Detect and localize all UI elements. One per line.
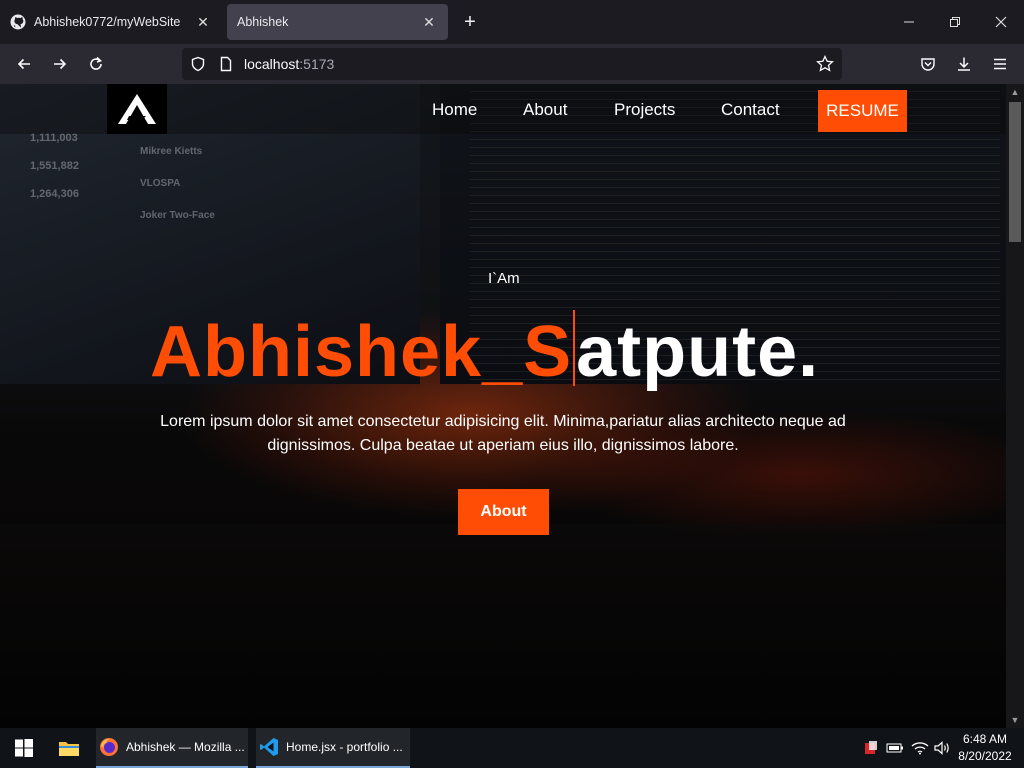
tray-app-icon[interactable] <box>862 728 880 768</box>
hero-intro: I`Am <box>488 270 520 287</box>
taskbar-clock[interactable]: 6:48 AM 8/20/2022 <box>950 731 1020 765</box>
github-icon <box>10 14 26 30</box>
new-tab-button[interactable]: + <box>458 10 482 34</box>
taskbar-file-explorer[interactable] <box>56 728 86 768</box>
forward-icon[interactable] <box>46 50 74 78</box>
menu-icon[interactable] <box>986 50 1014 78</box>
close-window-icon[interactable] <box>978 8 1024 36</box>
taskbar-app-label: Abhishek — Mozilla ... <box>126 740 245 754</box>
close-tab-icon[interactable]: ✕ <box>420 13 438 31</box>
windows-taskbar: Abhishek — Mozilla ... Home.jsx - portfo… <box>0 728 1024 768</box>
scroll-thumb[interactable] <box>1009 102 1021 242</box>
battery-icon[interactable] <box>885 728 905 768</box>
restore-icon[interactable] <box>932 8 978 36</box>
tab-abhishek[interactable]: Abhishek ✕ <box>227 4 448 40</box>
site-logo[interactable] <box>107 84 167 134</box>
url-host: localhost <box>244 56 300 72</box>
url-port: :5173 <box>299 56 335 72</box>
windows-start-icon[interactable] <box>0 728 48 768</box>
page-icon[interactable] <box>218 56 234 77</box>
downloads-icon[interactable] <box>950 50 978 78</box>
tab-strip: Abhishek0772/myWebSite ✕ Abhishek ✕ + <box>0 0 1024 44</box>
taskbar-firefox[interactable]: Abhishek — Mozilla ... <box>96 728 248 768</box>
site-navbar: Home About Projects Contact RESUME <box>0 84 1006 134</box>
nav-about-link[interactable]: About <box>523 100 567 120</box>
firefox-icon <box>98 736 120 758</box>
close-tab-icon[interactable]: ✕ <box>194 13 212 31</box>
back-icon[interactable] <box>10 50 38 78</box>
file-explorer-icon <box>58 737 80 759</box>
vscode-icon <box>258 736 280 758</box>
tab-label: Abhishek0772/myWebSite <box>34 15 181 29</box>
minimize-icon[interactable] <box>886 8 932 36</box>
bookmark-star-icon[interactable] <box>816 54 834 78</box>
reload-icon[interactable] <box>82 50 110 78</box>
pocket-icon[interactable] <box>914 50 942 78</box>
web-page: 1,111,003 1,551,882 1,264,306 Tinto Mikr… <box>0 84 1006 728</box>
hero-name-rest: atpute. <box>576 312 820 392</box>
page-scrollbar[interactable]: ▲ ▼ <box>1006 84 1024 728</box>
hero-description: Lorem ipsum dolor sit amet consectetur a… <box>160 413 846 454</box>
url-text: localhost:5173 <box>244 56 334 72</box>
tab-github[interactable]: Abhishek0772/myWebSite ✕ <box>0 4 222 40</box>
nav-toolbar: localhost:5173 <box>0 44 1024 84</box>
hero-about-button[interactable]: About <box>458 489 549 535</box>
resume-button[interactable]: RESUME <box>818 90 907 132</box>
hero-name-typed: Abhishek_S <box>150 312 573 392</box>
typing-caret <box>573 310 576 386</box>
clock-time: 6:48 AM <box>962 732 1008 746</box>
scroll-down-icon[interactable]: ▼ <box>1006 712 1024 728</box>
nav-contact-link[interactable]: Contact <box>721 100 780 120</box>
clock-date: 8/20/2022 <box>958 749 1012 763</box>
nav-home-link[interactable]: Home <box>432 100 477 120</box>
tracking-protection-icon[interactable] <box>190 56 206 77</box>
taskbar-app-label: Home.jsx - portfolio ... <box>286 740 403 754</box>
taskbar-vscode[interactable]: Home.jsx - portfolio ... <box>256 728 410 768</box>
hero-overlay <box>0 84 1006 728</box>
scroll-up-icon[interactable]: ▲ <box>1006 84 1024 100</box>
hero-name: Abhishek_Satpute. <box>150 310 819 393</box>
url-bar[interactable]: localhost:5173 <box>182 48 842 80</box>
nav-projects-link[interactable]: Projects <box>614 100 675 120</box>
tab-label: Abhishek <box>237 15 289 29</box>
wifi-icon[interactable] <box>910 728 930 768</box>
